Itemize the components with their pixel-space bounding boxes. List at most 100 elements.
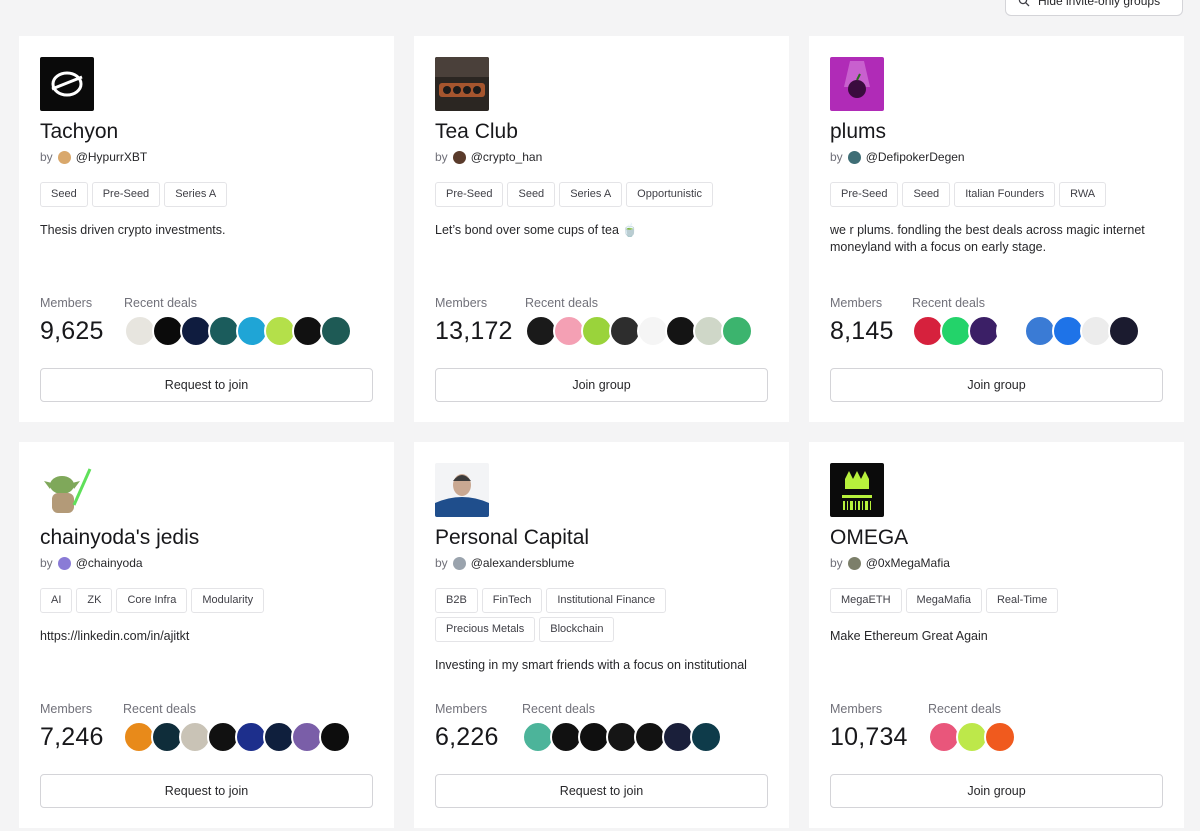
group-owner: by @HypurrXBT [40,148,373,166]
tag: Precious Metals [435,617,536,642]
deal-avatar[interactable] [319,721,351,753]
tag: Series A [164,182,228,207]
recent-deals-label: Recent deals [912,296,985,310]
group-stats: Members 9,625 Recent deals [40,296,352,347]
plums-logo [830,57,884,111]
members-count: 6,226 [435,723,499,751]
recent-deals-avatars [525,315,753,347]
group-stats: Members 10,734 Recent deals [830,702,1016,753]
group-grid: Tachyon by @HypurrXBT Seed Pre-Seed Seri… [19,36,1184,828]
group-card-tachyon[interactable]: Tachyon by @HypurrXBT Seed Pre-Seed Seri… [19,36,394,422]
tag-list: B2B FinTech Institutional Finance Precio… [435,588,768,642]
omega-logo [830,463,884,517]
group-stats: Members 6,226 Recent deals [435,702,722,753]
tag-list: MegaETH MegaMafia Real-Time [830,588,1163,613]
group-description: https://linkedin.com/in/ajitkt [40,629,190,643]
members-count: 8,145 [830,317,894,345]
request-to-join-button[interactable]: Request to join [40,774,373,808]
owner-handle[interactable]: @crypto_han [471,150,543,164]
members-count: 13,172 [435,317,513,345]
tag: Seed [902,182,951,207]
recent-deals-label: Recent deals [928,702,1001,716]
tag-list: AI ZK Core Infra Modularity [40,588,373,613]
chainyoda-jedis-logo [40,463,94,517]
personal-capital-logo [435,463,489,517]
group-card-omega[interactable]: OMEGA by @0xMegaMafia MegaETH MegaMafia … [809,442,1184,828]
group-name: chainyoda's jedis [40,526,200,549]
group-description: we r plums. fondling the best deals acro… [830,223,1145,254]
deal-avatar[interactable] [984,721,1016,753]
by-label: by [40,556,53,570]
tag: Italian Founders [954,182,1056,207]
tag: Series A [559,182,623,207]
group-name: Tachyon [40,120,119,143]
group-card-personal-capital[interactable]: Personal Capital by @alexandersblume B2B… [414,442,789,828]
owner-avatar [57,556,71,570]
group-card-tea-club[interactable]: Tea Club by @crypto_han Pre-Seed Seed Se… [414,36,789,422]
owner-handle[interactable]: @DefipokerDegen [866,150,965,164]
group-owner: by @chainyoda [40,554,373,572]
owner-handle[interactable]: @HypurrXBT [76,150,148,164]
members-label: Members [830,296,883,310]
search-icon [1018,0,1030,7]
join-group-button[interactable]: Join group [830,368,1163,402]
request-to-join-button[interactable]: Request to join [435,774,768,808]
tag: Opportunistic [626,182,713,207]
deal-avatar[interactable] [721,315,753,347]
owner-avatar [452,556,466,570]
recent-deals-avatars [124,315,352,347]
group-description: Make Ethereum Great Again [830,629,988,643]
tag: Seed [507,182,556,207]
members-count: 9,625 [40,317,104,345]
group-name: Personal Capital [435,526,590,549]
hide-invite-only-toggle[interactable]: Hide invite-only groups [1005,0,1183,16]
request-to-join-button[interactable]: Request to join [40,368,373,402]
recent-deals-label: Recent deals [124,296,197,310]
tag: Real-Time [985,588,1059,613]
group-card-plums[interactable]: plums by @DefipokerDegen Pre-Seed Seed I… [809,36,1184,422]
recent-deals-avatars [522,721,722,753]
by-label: by [435,556,448,570]
owner-handle[interactable]: @0xMegaMafia [866,556,950,570]
tag: RWA [1059,182,1107,207]
recent-deals-avatars [912,315,1140,347]
group-description: Let’s bond over some cups of tea 🍵 [435,223,638,237]
tag: FinTech [481,588,543,613]
tag: MegaMafia [905,588,982,613]
tag: Seed [40,182,88,207]
by-label: by [435,150,448,164]
tag: Core Infra [116,588,188,613]
owner-handle[interactable]: @chainyoda [76,556,143,570]
group-card-chainyoda-jedis[interactable]: chainyoda's jedis by @chainyoda AI ZK Co… [19,442,394,828]
by-label: by [40,150,53,164]
tag: ZK [76,588,113,613]
group-stats: Members 13,172 Recent deals [435,296,753,347]
group-name: Tea Club [435,120,518,143]
deal-avatar[interactable] [320,315,352,347]
members-label: Members [40,702,93,716]
deal-avatar[interactable] [690,721,722,753]
tea-club-logo [435,57,489,111]
tag-list: Pre-Seed Seed Series A Opportunistic [435,182,768,207]
owner-handle[interactable]: @alexandersblume [471,556,575,570]
tag: Modularity [191,588,265,613]
tag-list: Seed Pre-Seed Series A [40,182,373,207]
tag: Pre-Seed [435,182,504,207]
recent-deals-label: Recent deals [123,702,196,716]
tag: MegaETH [830,588,902,613]
group-stats: Members 8,145 Recent deals [830,296,1140,347]
group-owner: by @crypto_han [435,148,768,166]
members-label: Members [435,296,488,310]
group-owner: by @DefipokerDegen [830,148,1163,166]
group-name: plums [830,120,887,143]
tag: Pre-Seed [830,182,899,207]
tag: AI [40,588,73,613]
hide-invite-only-label: Hide invite-only groups [1038,0,1161,8]
members-label: Members [830,702,883,716]
recent-deals-avatars [928,721,1016,753]
deal-avatar[interactable] [1108,315,1140,347]
join-group-button[interactable]: Join group [830,774,1163,808]
join-group-button[interactable]: Join group [435,368,768,402]
group-owner: by @0xMegaMafia [830,554,1163,572]
tag: Pre-Seed [91,182,161,207]
